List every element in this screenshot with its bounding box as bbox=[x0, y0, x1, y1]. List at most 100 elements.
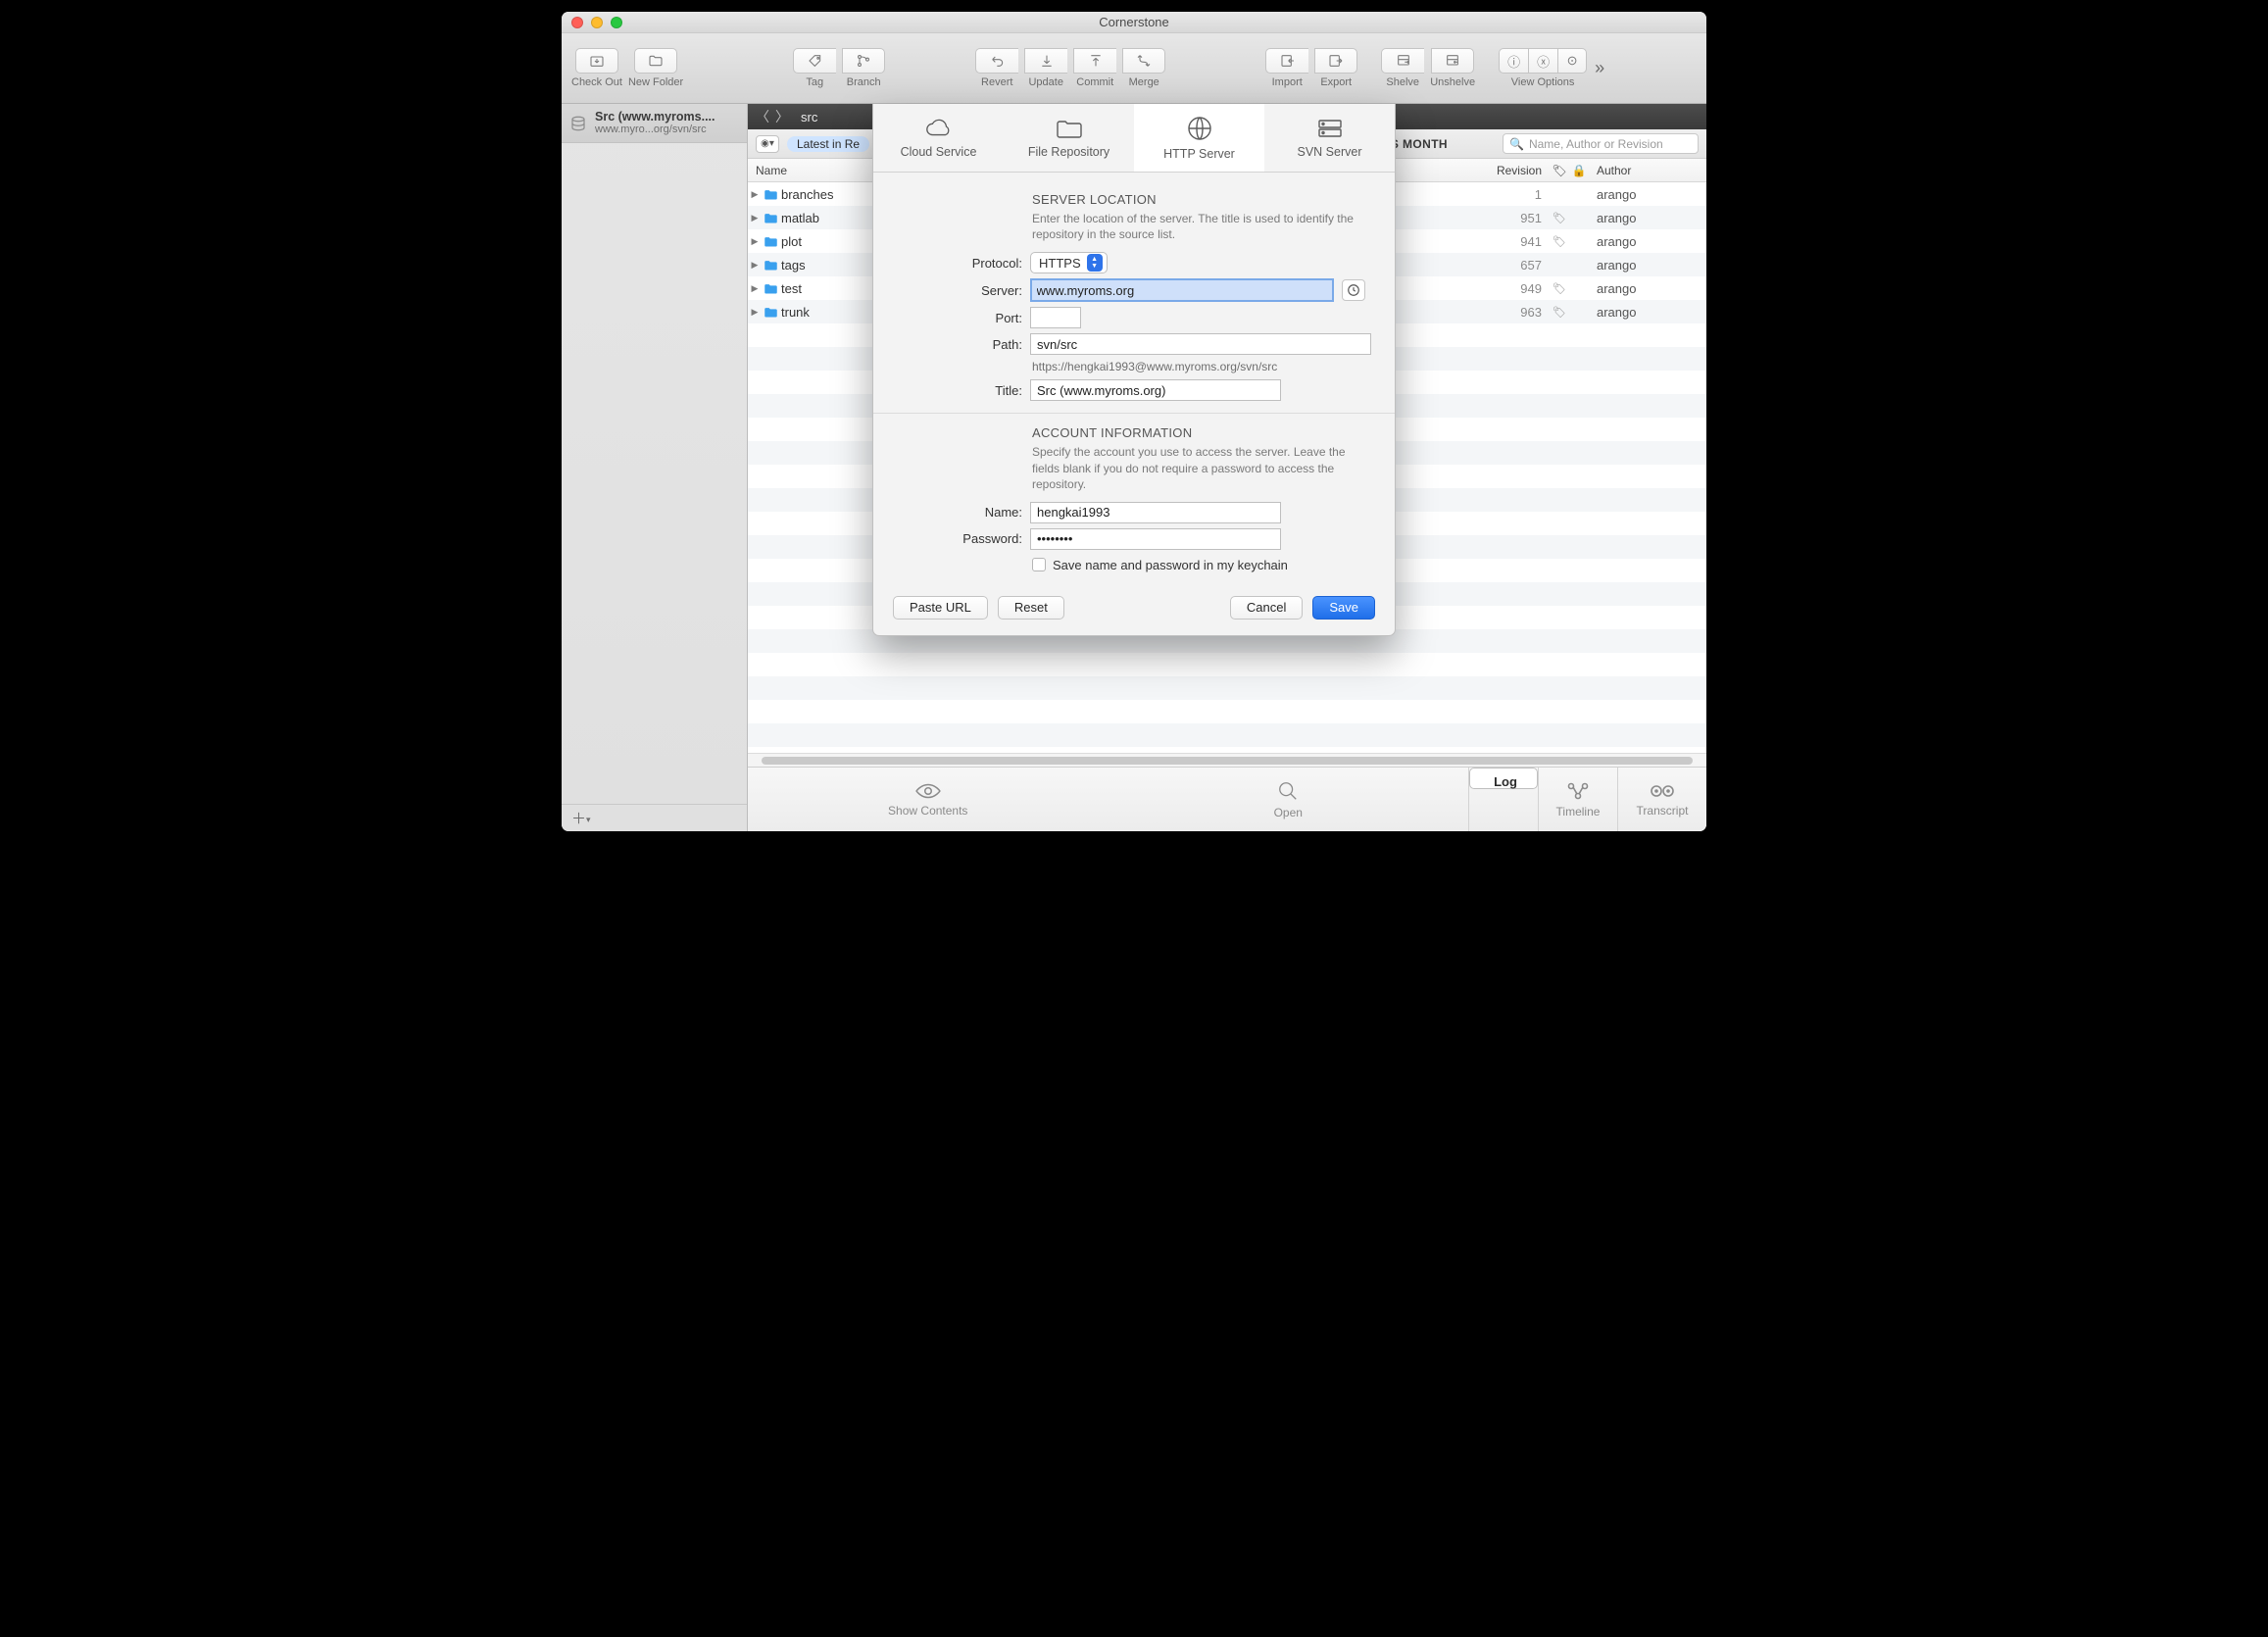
footer-open[interactable]: Open bbox=[1109, 768, 1469, 831]
tab-cloud-service[interactable]: Cloud Service bbox=[873, 104, 1004, 172]
disclosure-icon[interactable]: ▶ bbox=[748, 260, 762, 271]
export-button[interactable]: Export bbox=[1312, 48, 1359, 88]
revert-button[interactable]: Revert bbox=[973, 48, 1020, 88]
row-author: arango bbox=[1589, 234, 1706, 249]
row-tag-icon: 🏷 bbox=[1550, 235, 1569, 248]
server-location-desc: Enter the location of the server. The ti… bbox=[1032, 211, 1373, 242]
col-lock-icon[interactable]: 🔒 bbox=[1569, 164, 1589, 177]
search-input[interactable]: 🔍 Name, Author or Revision bbox=[1503, 133, 1699, 154]
commit-button[interactable]: Commit bbox=[1071, 48, 1118, 88]
row-tag-icon: 🏷 bbox=[1550, 282, 1569, 295]
url-preview: https://hengkai1993@www.myroms.org/svn/s… bbox=[1032, 360, 1373, 373]
sidebar: Src (www.myroms.... www.myro...org/svn/s… bbox=[562, 104, 748, 831]
sheet-footer: Paste URL Reset Cancel Save bbox=[873, 586, 1395, 635]
protocol-label: Protocol: bbox=[895, 256, 1022, 271]
view-options-button[interactable]: ⓘ ⓧ ⊙ View Options bbox=[1497, 48, 1589, 88]
path-label: Path: bbox=[895, 337, 1022, 352]
disclosure-icon[interactable]: ▶ bbox=[748, 213, 762, 223]
filter-pill[interactable]: Latest in Re bbox=[787, 136, 869, 152]
password-input[interactable] bbox=[1030, 528, 1281, 550]
filter-gear-button[interactable]: ◉▾ bbox=[756, 135, 779, 153]
row-revision: 657 bbox=[1471, 258, 1550, 273]
row-tag-icon: 🏷 bbox=[1550, 306, 1569, 319]
repo-title: Src (www.myroms.... bbox=[595, 110, 715, 124]
unshelve-button[interactable]: Unshelve bbox=[1428, 48, 1477, 88]
footer-transcript[interactable]: Transcript bbox=[1618, 768, 1706, 831]
col-tag-icon[interactable]: 🏷 bbox=[1550, 164, 1569, 177]
disclosure-icon[interactable]: ▶ bbox=[748, 307, 762, 318]
shelve-button[interactable]: Shelve bbox=[1379, 48, 1426, 88]
filter-month-label: IS MONTH bbox=[1387, 137, 1448, 151]
footer-timeline[interactable]: Timeline bbox=[1539, 768, 1617, 831]
row-author: arango bbox=[1589, 211, 1706, 225]
disclosure-icon[interactable]: ▶ bbox=[748, 283, 762, 294]
nav-arrows: 〈 〉 bbox=[756, 107, 789, 126]
toolbar: Check Out New Folder Tag Branch Revert bbox=[562, 33, 1706, 104]
checkbox-icon bbox=[1032, 558, 1046, 571]
col-revision[interactable]: Revision bbox=[1471, 164, 1550, 177]
row-revision: 951 bbox=[1471, 211, 1550, 225]
new-folder-button[interactable]: New Folder bbox=[626, 48, 685, 88]
disclosure-icon[interactable]: ▶ bbox=[748, 236, 762, 247]
account-info-heading: ACCOUNT INFORMATION bbox=[1032, 425, 1373, 440]
checkout-button[interactable]: Check Out bbox=[569, 48, 624, 88]
footer-log[interactable]: Log bbox=[1469, 768, 1538, 789]
merge-button[interactable]: Merge bbox=[1120, 48, 1167, 88]
tag-button[interactable]: Tag bbox=[791, 48, 838, 88]
protocol-select[interactable]: HTTPS ▲▼ bbox=[1030, 252, 1108, 273]
repo-icon bbox=[569, 115, 587, 132]
disclosure-icon[interactable]: ▶ bbox=[748, 189, 762, 200]
import-button[interactable]: Import bbox=[1263, 48, 1310, 88]
sidebar-repo-item[interactable]: Src (www.myroms.... www.myro...org/svn/s… bbox=[562, 104, 747, 143]
close-window-button[interactable] bbox=[571, 17, 583, 28]
reset-button[interactable]: Reset bbox=[998, 596, 1064, 620]
save-button[interactable]: Save bbox=[1312, 596, 1375, 620]
account-name-label: Name: bbox=[895, 505, 1022, 520]
app-window: Cornerstone Check Out New Folder Tag Bra… bbox=[562, 12, 1706, 831]
account-info-desc: Specify the account you use to access th… bbox=[1032, 444, 1373, 492]
keychain-checkbox[interactable]: Save name and password in my keychain bbox=[1032, 558, 1373, 572]
server-location-heading: SERVER LOCATION bbox=[1032, 192, 1373, 207]
sheet-tabs: Cloud Service File Repository HTTP Serve… bbox=[873, 104, 1395, 173]
port-input[interactable] bbox=[1030, 307, 1081, 328]
folder-icon bbox=[762, 259, 779, 272]
horizontal-scrollbar[interactable] bbox=[748, 753, 1706, 767]
history-button[interactable] bbox=[1342, 279, 1365, 301]
title-input[interactable] bbox=[1030, 379, 1281, 401]
update-button[interactable]: Update bbox=[1022, 48, 1069, 88]
titlebar: Cornerstone bbox=[562, 12, 1706, 33]
row-tag-icon: 🏷 bbox=[1550, 212, 1569, 224]
path-input[interactable] bbox=[1030, 333, 1371, 355]
repo-subtitle: www.myro...org/svn/src bbox=[595, 124, 715, 136]
server-label: Server: bbox=[895, 283, 1022, 298]
tab-file-repository[interactable]: File Repository bbox=[1004, 104, 1134, 172]
traffic-lights bbox=[571, 17, 622, 28]
row-author: arango bbox=[1589, 281, 1706, 296]
minimize-window-button[interactable] bbox=[591, 17, 603, 28]
server-input[interactable] bbox=[1030, 278, 1334, 302]
select-knob-icon: ▲▼ bbox=[1087, 254, 1103, 272]
toolbar-overflow-icon[interactable]: » bbox=[1593, 58, 1610, 78]
folder-icon bbox=[762, 282, 779, 295]
account-name-input[interactable] bbox=[1030, 502, 1281, 523]
tab-http-server[interactable]: HTTP Server bbox=[1134, 104, 1264, 172]
col-author[interactable]: Author bbox=[1589, 164, 1706, 177]
footer-show-contents[interactable]: Show Contents bbox=[748, 768, 1109, 831]
add-repository-sheet: Cloud Service File Repository HTTP Serve… bbox=[872, 104, 1396, 636]
nav-back-button[interactable]: 〈 bbox=[756, 107, 769, 126]
folder-icon bbox=[762, 235, 779, 248]
empty-row bbox=[748, 723, 1706, 747]
path-crumb[interactable]: src bbox=[801, 110, 817, 124]
row-author: arango bbox=[1589, 187, 1706, 202]
add-icon[interactable]: ＋▾ bbox=[571, 808, 591, 828]
branch-button[interactable]: Branch bbox=[840, 48, 887, 88]
folder-icon bbox=[762, 188, 779, 201]
folder-icon bbox=[762, 212, 779, 224]
tab-svn-server[interactable]: SVN Server bbox=[1264, 104, 1395, 172]
cancel-button[interactable]: Cancel bbox=[1230, 596, 1303, 620]
row-revision: 949 bbox=[1471, 281, 1550, 296]
row-author: arango bbox=[1589, 258, 1706, 273]
zoom-window-button[interactable] bbox=[611, 17, 622, 28]
nav-forward-button[interactable]: 〉 bbox=[775, 107, 789, 126]
paste-url-button[interactable]: Paste URL bbox=[893, 596, 988, 620]
